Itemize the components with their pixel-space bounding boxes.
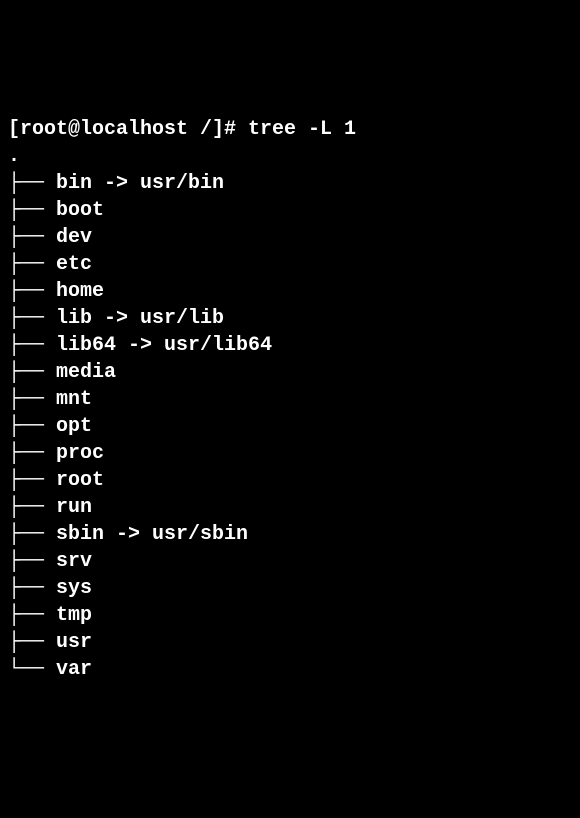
symlink-arrow-icon: ->	[116, 334, 164, 357]
tree-branch-icon: ├──	[8, 280, 56, 303]
tree-branch-icon: ├──	[8, 388, 56, 411]
tree-entry: ├── mnt	[8, 386, 572, 413]
tree-entry-name: bin	[56, 172, 92, 195]
symlink-target: usr/lib64	[164, 334, 272, 357]
symlink-arrow-icon: ->	[104, 523, 152, 546]
tree-entry: ├── root	[8, 467, 572, 494]
tree-entry-name: mnt	[56, 388, 92, 411]
tree-entry-name: media	[56, 361, 116, 384]
tree-entry-name: dev	[56, 226, 92, 249]
tree-entry: ├── boot	[8, 197, 572, 224]
tree-entry: ├── tmp	[8, 602, 572, 629]
tree-entry-name: etc	[56, 253, 92, 276]
tree-branch-icon: ├──	[8, 550, 56, 573]
tree-entry: ├── sys	[8, 575, 572, 602]
tree-branch-icon: ├──	[8, 604, 56, 627]
tree-branch-icon: ├──	[8, 469, 56, 492]
symlink-target: usr/bin	[140, 172, 224, 195]
tree-entry: ├── opt	[8, 413, 572, 440]
tree-entry: ├── lib -> usr/lib	[8, 305, 572, 332]
tree-entry-name: run	[56, 496, 92, 519]
tree-entry: ├── home	[8, 278, 572, 305]
tree-branch-icon: ├──	[8, 442, 56, 465]
tree-entry: └── var	[8, 656, 572, 683]
tree-entry: ├── usr	[8, 629, 572, 656]
tree-entry-name: boot	[56, 199, 104, 222]
tree-entry-name: opt	[56, 415, 92, 438]
symlink-arrow-icon: ->	[92, 307, 140, 330]
tree-root: .	[8, 143, 572, 170]
tree-entry: ├── lib64 -> usr/lib64	[8, 332, 572, 359]
tree-branch-icon: ├──	[8, 226, 56, 249]
tree-branch-icon: ├──	[8, 496, 56, 519]
tree-entry: ├── sbin -> usr/sbin	[8, 521, 572, 548]
tree-branch-icon: ├──	[8, 307, 56, 330]
tree-entry: ├── srv	[8, 548, 572, 575]
tree-entry: ├── proc	[8, 440, 572, 467]
tree-branch-icon: ├──	[8, 172, 56, 195]
tree-entry: ├── etc	[8, 251, 572, 278]
tree-entry-name: srv	[56, 550, 92, 573]
tree-entry-name: root	[56, 469, 104, 492]
tree-output: ├── bin -> usr/bin├── boot├── dev├── etc…	[8, 170, 572, 683]
tree-entry-name: lib	[56, 307, 92, 330]
tree-branch-icon: ├──	[8, 577, 56, 600]
tree-entry-name: sbin	[56, 523, 104, 546]
tree-entry: ├── dev	[8, 224, 572, 251]
symlink-target: usr/lib	[140, 307, 224, 330]
symlink-target: usr/sbin	[152, 523, 248, 546]
tree-branch-icon: ├──	[8, 253, 56, 276]
tree-branch-icon: ├──	[8, 334, 56, 357]
tree-entry-name: proc	[56, 442, 104, 465]
tree-branch-icon: └──	[8, 658, 56, 681]
tree-branch-icon: ├──	[8, 523, 56, 546]
tree-entry-name: sys	[56, 577, 92, 600]
tree-entry-name: usr	[56, 631, 92, 654]
tree-branch-icon: ├──	[8, 199, 56, 222]
tree-entry-name: tmp	[56, 604, 92, 627]
tree-entry: ├── run	[8, 494, 572, 521]
shell-prompt: [root@localhost /]# tree -L 1	[8, 116, 572, 143]
tree-entry-name: var	[56, 658, 92, 681]
tree-branch-icon: ├──	[8, 631, 56, 654]
tree-branch-icon: ├──	[8, 361, 56, 384]
tree-entry-name: home	[56, 280, 104, 303]
tree-branch-icon: ├──	[8, 415, 56, 438]
symlink-arrow-icon: ->	[92, 172, 140, 195]
tree-entry-name: lib64	[56, 334, 116, 357]
tree-entry: ├── media	[8, 359, 572, 386]
tree-entry: ├── bin -> usr/bin	[8, 170, 572, 197]
